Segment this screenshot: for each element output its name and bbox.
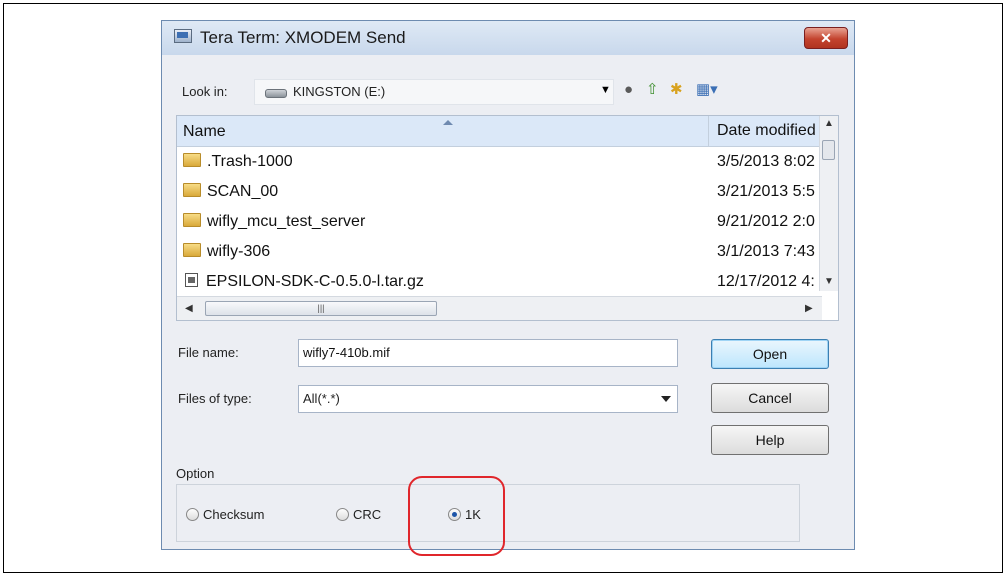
radio-circle: [336, 508, 349, 521]
open-button[interactable]: Open: [711, 339, 829, 369]
list-item[interactable]: EPSILON-SDK-C-0.5.0-l.tar.gz 12/17/2012 …: [177, 268, 822, 298]
view-menu-icon[interactable]: ▦▾: [696, 82, 718, 98]
list-item[interactable]: .Trash-1000 3/5/2013 8:02: [177, 148, 822, 178]
file-date: 3/21/2013 5:5: [717, 183, 815, 200]
radio-circle: [186, 508, 199, 521]
option-group-label: Option: [176, 466, 215, 481]
back-icon[interactable]: ●: [624, 82, 633, 98]
file-name: wifly_mcu_test_server: [207, 213, 366, 230]
new-folder-icon[interactable]: ✱: [670, 82, 683, 98]
radio-checksum[interactable]: Checksum: [186, 507, 264, 522]
files-of-type-value: All(*.*): [303, 391, 340, 406]
scroll-up-icon[interactable]: ▲: [824, 118, 834, 129]
file-date: 3/5/2013 8:02: [717, 153, 815, 170]
column-header-date-modified[interactable]: Date modified: [708, 116, 827, 146]
list-item[interactable]: wifly-306 3/1/2013 7:43: [177, 238, 822, 268]
radio-crc[interactable]: CRC: [336, 507, 381, 522]
file-date: 12/17/2012 4:: [717, 273, 815, 290]
file-name-label: File name:: [178, 345, 239, 360]
folder-icon: [183, 153, 201, 167]
sort-ascending-icon: [443, 120, 453, 125]
archive-file-icon: [185, 273, 198, 287]
file-date: 9/21/2012 2:0: [717, 213, 815, 230]
files-of-type-label: Files of type:: [178, 391, 252, 406]
list-item[interactable]: SCAN_00 3/21/2013 5:5: [177, 178, 822, 208]
radio-label: CRC: [353, 507, 382, 522]
title-bar: Tera Term: XMODEM Send ✕: [162, 21, 854, 55]
file-date: 3/1/2013 7:43: [717, 243, 815, 260]
file-name: .Trash-1000: [207, 153, 293, 170]
horizontal-scroll-thumb[interactable]: |||: [205, 301, 437, 316]
file-list-header: Name Date modified: [177, 116, 822, 147]
xmodem-send-dialog: Tera Term: XMODEM Send ✕ Look in: KINGST…: [161, 20, 855, 550]
file-name: EPSILON-SDK-C-0.5.0-l.tar.gz: [206, 273, 424, 290]
files-of-type-select[interactable]: All(*.*): [298, 385, 678, 413]
radio-label: Checksum: [203, 507, 265, 522]
drive-icon: [265, 89, 287, 98]
look-in-dropdown-icon[interactable]: ▼: [600, 82, 611, 98]
look-in-value: KINGSTON (E:): [293, 84, 386, 99]
file-name-input[interactable]: wifly7-410b.mif: [298, 339, 678, 367]
annotation-highlight: [408, 476, 505, 556]
vertical-scroll-thumb[interactable]: [822, 140, 835, 160]
horizontal-scrollbar[interactable]: ◀ ||| ▶: [177, 296, 822, 320]
help-button[interactable]: Help: [711, 425, 829, 455]
folder-icon: [183, 213, 201, 227]
scroll-down-icon[interactable]: ▼: [824, 276, 834, 287]
look-in-combo[interactable]: KINGSTON (E:): [254, 79, 614, 105]
scroll-right-icon[interactable]: ▶: [805, 303, 813, 314]
close-button[interactable]: ✕: [804, 27, 848, 49]
column-header-name[interactable]: Name: [183, 123, 226, 141]
vertical-scrollbar[interactable]: ▲ ▼: [819, 116, 838, 291]
up-folder-icon[interactable]: ⇧: [646, 82, 659, 98]
file-name: SCAN_00: [207, 183, 279, 200]
list-item[interactable]: wifly_mcu_test_server 9/21/2012 2:0: [177, 208, 822, 238]
chevron-down-icon: [661, 396, 671, 402]
look-in-label: Look in:: [182, 84, 228, 99]
app-icon: [174, 29, 192, 43]
cancel-button[interactable]: Cancel: [711, 383, 829, 413]
file-list: Name Date modified .Trash-1000 3/5/2013 …: [176, 115, 839, 321]
file-name: wifly-306: [207, 243, 271, 260]
dialog-title: Tera Term: XMODEM Send: [200, 28, 406, 47]
folder-icon: [183, 243, 201, 257]
scroll-left-icon[interactable]: ◀: [185, 303, 193, 314]
folder-icon: [183, 183, 201, 197]
